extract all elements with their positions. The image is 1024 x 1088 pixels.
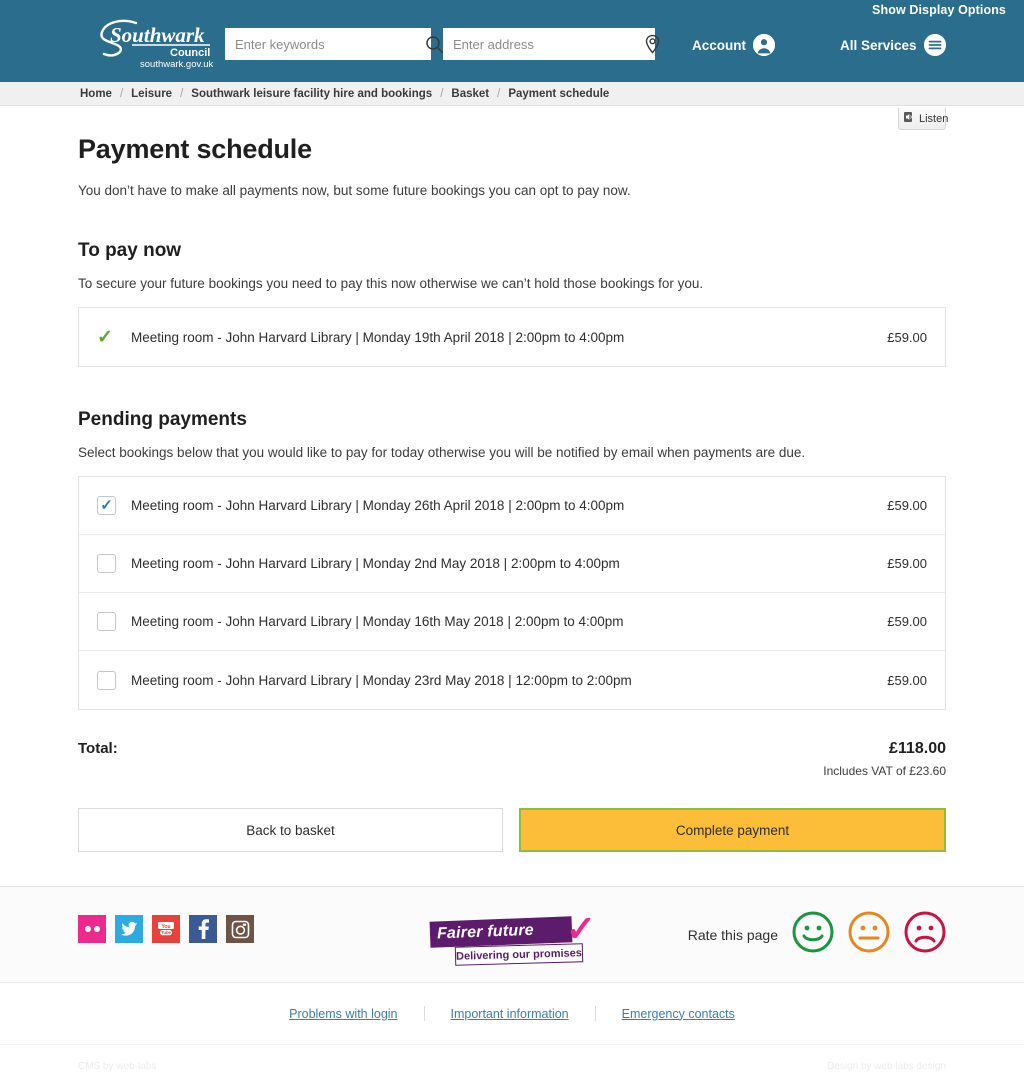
account-label: Account — [692, 37, 746, 53]
pink-tick-icon: ✓ — [565, 908, 596, 949]
map-pin-icon[interactable] — [635, 28, 669, 60]
all-services-label: All Services — [840, 37, 917, 53]
table-row: ✓ Meeting room - John Harvard Library | … — [79, 535, 945, 593]
search-input[interactable] — [225, 29, 417, 59]
page-intro-text: You don’t have to make all payments now,… — [78, 183, 631, 198]
svg-text:Council: Council — [170, 47, 210, 59]
to-pay-now-table: ✓ Meeting room - John Harvard Library | … — [78, 307, 946, 367]
booking-price: £59.00 — [887, 556, 927, 571]
totals-section: Total: £118.00 Includes VAT of £23.60 — [78, 740, 946, 778]
instagram-icon[interactable] — [226, 915, 254, 943]
footer-credits: CMS by web-labs Design by web labs desig… — [0, 1044, 1024, 1088]
booking-price: £59.00 — [887, 329, 927, 345]
action-buttons: Back to basket Complete payment — [78, 808, 946, 852]
breadcrumb-separator: / — [497, 87, 501, 100]
rate-this-page-label: Rate this page — [687, 926, 778, 943]
booking-label: Meeting room - John Harvard Library | Mo… — [131, 556, 620, 571]
pending-payments-description: Select bookings below that you would lik… — [78, 445, 806, 460]
breadcrumb: Home / Leisure / Southwark leisure facil… — [0, 82, 1024, 106]
youtube-icon[interactable]: You Tube — [152, 915, 180, 943]
breadcrumb-item-home[interactable]: Home — [80, 88, 112, 100]
breadcrumb-separator: / — [440, 87, 444, 100]
speaker-icon — [903, 111, 915, 126]
account-link[interactable]: Account — [692, 34, 775, 56]
fairer-future-line1: Fairer future — [436, 921, 535, 943]
facebook-icon[interactable] — [189, 915, 217, 943]
listen-button[interactable]: Listen — [898, 108, 949, 130]
to-pay-now-heading: To pay now — [78, 240, 182, 261]
booking-checkbox[interactable]: ✓ — [97, 670, 116, 690]
site-header: Show Display Options Southwark Council s… — [0, 0, 1024, 82]
complete-payment-button[interactable]: Complete payment — [519, 808, 946, 852]
footer-top: You Tube Fairer future ✓ Delivering our p… — [0, 886, 1024, 982]
social-links: You Tube — [78, 915, 254, 943]
neutral-face-icon[interactable] — [848, 911, 890, 958]
user-icon — [753, 34, 775, 56]
table-row: ✓ Meeting room - John Harvard Library | … — [79, 593, 945, 651]
rate-this-page: Rate this page — [688, 911, 946, 958]
fairer-future-logo: Fairer future ✓ Delivering our promises — [429, 908, 596, 967]
twitter-icon[interactable] — [115, 915, 143, 943]
flickr-icon[interactable] — [78, 915, 106, 943]
pending-payments-table: ✓ Meeting room - John Harvard Library | … — [78, 476, 946, 710]
table-row: ✓ Meeting room - John Harvard Library | … — [79, 651, 945, 709]
show-display-options-link[interactable]: Show Display Options — [872, 3, 1006, 17]
address-search-box[interactable] — [443, 28, 659, 60]
table-row: ✓ Meeting room - John Harvard Library | … — [79, 308, 945, 366]
back-to-basket-button[interactable]: Back to basket — [78, 808, 503, 852]
to-pay-now-description: To secure your future bookings you need … — [78, 276, 704, 291]
footer-link-important-information[interactable]: Important information — [425, 1007, 595, 1021]
cms-credit: CMS by web-labs — [78, 1061, 157, 1072]
green-tick-icon: ✓ — [97, 326, 113, 348]
page-root: Show Display Options Southwark Council s… — [0, 0, 1024, 1088]
main-content: Payment schedule You don’t have to make … — [0, 134, 1024, 852]
design-credit: Design by web labs design — [827, 1061, 946, 1072]
footer-links: Problems with login Important informatio… — [0, 982, 1024, 1044]
booking-label: Meeting room - John Harvard Library | Mo… — [131, 498, 625, 513]
booking-label: Meeting room - John Harvard Library | Mo… — [131, 329, 625, 345]
happy-face-icon[interactable] — [792, 911, 834, 958]
address-input[interactable] — [443, 29, 635, 59]
fairer-future-line2: Delivering our promises — [455, 946, 583, 963]
breadcrumb-item-facility-hire[interactable]: Southwark leisure facility hire and book… — [191, 88, 432, 100]
booking-checkbox[interactable]: ✓ — [97, 612, 116, 631]
southwark-council-logo[interactable]: Southwark Council southwark.gov.uk — [92, 14, 232, 70]
booking-price: £59.00 — [887, 614, 927, 629]
svg-text:southwark.gov.uk: southwark.gov.uk — [140, 59, 213, 70]
breadcrumb-item-leisure[interactable]: Leisure — [131, 88, 172, 100]
page-title: Payment schedule — [78, 134, 312, 164]
breadcrumb-item-basket[interactable]: Basket — [451, 88, 489, 100]
table-row: ✓ Meeting room - John Harvard Library | … — [79, 477, 945, 535]
svg-text:Southwark: Southwark — [110, 23, 205, 47]
check-icon: ✓ — [100, 497, 113, 514]
keyword-search-box[interactable] — [225, 28, 443, 60]
booking-price: £59.00 — [887, 672, 927, 688]
booking-checkbox[interactable]: ✓ — [97, 554, 116, 573]
booking-label: Meeting room - John Harvard Library | Mo… — [131, 614, 624, 629]
hamburger-menu-icon — [923, 34, 946, 56]
total-amount: £118.00 — [889, 740, 946, 757]
total-label: Total: — [78, 740, 118, 757]
booking-checkbox[interactable]: ✓ — [97, 496, 116, 515]
booking-label: Meeting room - John Harvard Library | Mo… — [131, 672, 632, 688]
breadcrumb-separator: / — [180, 87, 184, 100]
sad-face-icon[interactable] — [904, 911, 946, 958]
svg-text:Tube: Tube — [161, 930, 171, 935]
total-vat-note: Includes VAT of £23.60 — [823, 764, 946, 778]
breadcrumb-separator: / — [119, 87, 124, 100]
footer-link-emergency-contacts[interactable]: Emergency contacts — [596, 1007, 761, 1021]
footer-link-problems-with-login[interactable]: Problems with login — [263, 1007, 423, 1021]
all-services-link[interactable]: All Services — [840, 34, 946, 56]
pending-payments-heading: Pending payments — [78, 409, 247, 430]
booking-price: £59.00 — [887, 498, 927, 513]
listen-label: Listen — [919, 112, 949, 125]
breadcrumb-item-payment-schedule[interactable]: Payment schedule — [508, 88, 609, 100]
